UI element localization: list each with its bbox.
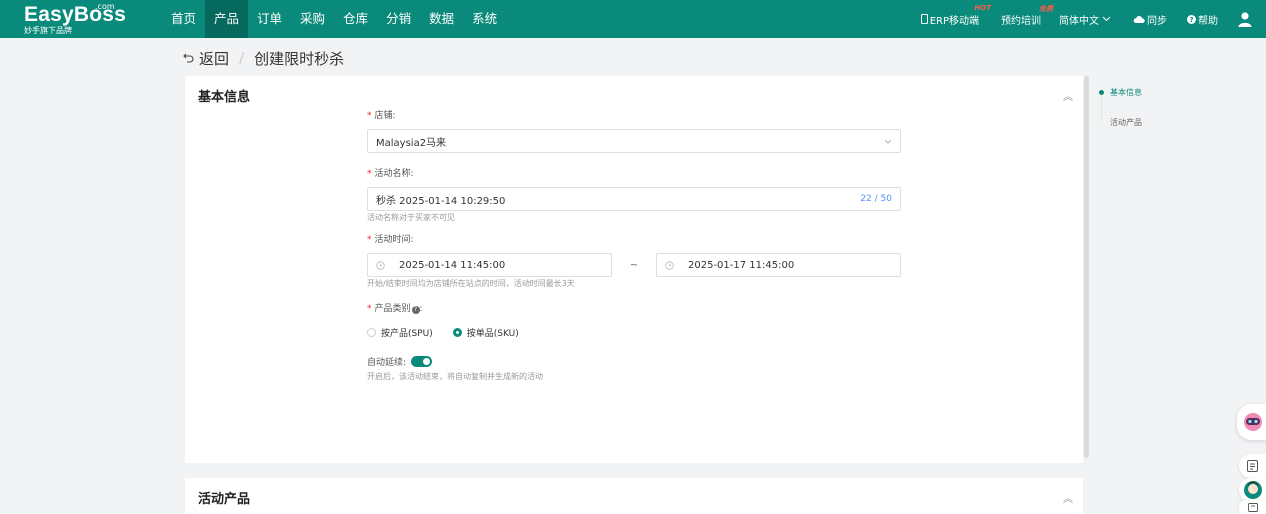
activity-name-label: * 活动名称: (367, 169, 414, 179)
back-arrow-icon (183, 53, 194, 63)
anchor-products-label: 活动产品 (1110, 117, 1142, 127)
auto-continue-hint: 开启后，该活动结束，将自动复制并生成新的活动 (367, 372, 543, 381)
mobile-icon (920, 14, 928, 24)
back-label: 返回 (199, 49, 230, 68)
shop-value: Malaysia2马来 (376, 137, 447, 149)
nav-item-order[interactable]: 订单 (248, 0, 291, 38)
breadcrumb: 返回 / 创建限时秒杀 (183, 48, 344, 68)
activity-name-value: 秒杀 2025-01-14 10:29:50 (376, 195, 506, 207)
hot-badge: HOT (974, 3, 991, 12)
anchor-basic-label: 基本信息 (1110, 87, 1142, 97)
shop-select[interactable]: Malaysia2马来 (367, 129, 901, 153)
expand-panel-button[interactable] (1239, 500, 1266, 514)
nav-item-system[interactable]: 系统 (463, 0, 506, 38)
end-time-value: 2025-01-17 11:45:00 (688, 259, 795, 271)
breadcrumb-separator: / (239, 49, 245, 67)
language-select[interactable]: 简体中文 (1059, 12, 1113, 27)
anchor-dot (1099, 120, 1104, 125)
svg-text:?: ? (1189, 16, 1193, 24)
radio-sku-label: 按单品(SKU) (466, 328, 519, 339)
activity-name-hint: 活动名称对于买家不可见 (367, 213, 455, 222)
training-label: 预约培训 (1001, 15, 1041, 27)
nav-item-purchase[interactable]: 采购 (291, 0, 334, 38)
radio-spu-label: 按产品(SPU) (381, 328, 433, 339)
brand-tagline: 妙手旗下品牌 (24, 26, 72, 35)
help-label: 帮助 (1198, 15, 1218, 27)
topbar-tools: ERP移动端 HOT 预约培训 免费 简体中文 同步 ? 帮助 (920, 0, 1266, 38)
anchor-item-basic[interactable]: 基本信息 (1099, 86, 1159, 98)
main-nav: 首页 产品 订单 采购 仓库 分销 数据 系统 (162, 0, 506, 38)
activity-time-range: 2025-01-14 11:45:00 ~ 2025-01-17 11:45:0… (367, 253, 901, 277)
radio-dot (367, 327, 376, 337)
radio-sku[interactable]: 按单品(SKU) (452, 326, 519, 339)
nav-item-product[interactable]: 产品 (205, 0, 249, 38)
activity-time-hint: 开始/结束时间均为店铺所在站点的时间，活动时间最长3天 (367, 279, 575, 288)
erp-mobile-link[interactable]: ERP移动端 HOT (920, 4, 991, 27)
page-title: 创建限时秒杀 (254, 49, 345, 68)
user-icon (1238, 11, 1252, 27)
activity-time-label: * 活动时间: (367, 235, 414, 245)
auto-continue-row: 自动延续: (367, 355, 901, 368)
free-badge: 免费 (1039, 4, 1053, 13)
auto-continue-label: 自动延续: (367, 358, 407, 368)
basic-info-title: 基本信息 (198, 90, 251, 105)
char-count: 22 / 50 (860, 194, 892, 204)
clock-icon (665, 260, 674, 270)
help-icon: ? (1187, 14, 1196, 24)
brand-logo[interactable]: EasyBoss .com 妙手旗下品牌 (24, 2, 126, 35)
category-label: * 产品类别?: (367, 304, 423, 314)
robot-icon (1244, 413, 1262, 431)
category-radio-group: 按产品(SPU) 按单品(SKU) (367, 325, 901, 339)
anchor-item-products[interactable]: 活动产品 (1099, 116, 1159, 128)
activity-products-card: 活动产品 ︽ (185, 478, 1083, 514)
brand-domain: .com (95, 2, 115, 11)
nav-item-distribution[interactable]: 分销 (377, 0, 420, 38)
back-button[interactable]: 返回 (183, 48, 229, 69)
user-avatar[interactable] (1238, 11, 1254, 27)
top-navbar: EasyBoss .com 妙手旗下品牌 首页 产品 订单 采购 仓库 分销 数… (0, 0, 1266, 38)
auto-continue-switch[interactable] (411, 356, 433, 367)
nav-item-home[interactable]: 首页 (162, 0, 205, 38)
basic-info-card: 基本信息 ︽ * 店铺: Malaysia2马来 * 活动名称: 秒杀 2025-0… (185, 76, 1083, 463)
training-link[interactable]: 预约培训 免费 (1001, 5, 1053, 27)
radio-dot-selected (452, 327, 462, 337)
nav-item-warehouse[interactable]: 仓库 (334, 0, 377, 38)
chevron-down-icon (884, 139, 892, 144)
document-icon (1247, 460, 1258, 472)
language-label: 简体中文 (1059, 15, 1099, 27)
assistant-bot-widget[interactable] (1237, 404, 1266, 440)
end-time-picker[interactable]: 2025-01-17 11:45:00 (656, 253, 901, 277)
time-separator: ~ (629, 259, 639, 271)
collapse-icon[interactable]: ︽ (1063, 490, 1073, 505)
shop-label: * 店铺: (367, 111, 396, 121)
scrollbar[interactable] (1084, 76, 1089, 458)
help-button[interactable]: ? 帮助 (1187, 12, 1218, 27)
service-avatar-icon (1243, 481, 1262, 499)
anchor-nav: 基本信息 活动产品 (1099, 86, 1159, 146)
feedback-button[interactable] (1239, 454, 1266, 478)
question-icon[interactable]: ? (411, 306, 420, 314)
sync-button[interactable]: 同步 (1133, 12, 1167, 27)
clock-icon (376, 260, 385, 270)
panel-icon (1247, 502, 1258, 512)
radio-spu[interactable]: 按产品(SPU) (367, 326, 433, 339)
basic-info-form: * 店铺: Malaysia2马来 * 活动名称: 秒杀 2025-01-14 10… (367, 109, 901, 383)
cloud-icon (1133, 15, 1145, 23)
customer-service-button[interactable] (1239, 478, 1266, 502)
anchor-dot (1099, 89, 1104, 95)
chevron-down-icon (1102, 16, 1111, 22)
activity-products-title: 活动产品 (198, 492, 251, 507)
activity-name-input[interactable]: 秒杀 2025-01-14 10:29:50 22 / 50 (367, 187, 901, 211)
sync-label: 同步 (1147, 15, 1167, 27)
start-time-value: 2025-01-14 11:45:00 (399, 259, 506, 271)
nav-item-data[interactable]: 数据 (420, 0, 463, 38)
start-time-picker[interactable]: 2025-01-14 11:45:00 (367, 253, 612, 277)
erp-mobile-label: ERP移动端 (929, 15, 979, 27)
collapse-icon[interactable]: ︽ (1063, 88, 1073, 103)
